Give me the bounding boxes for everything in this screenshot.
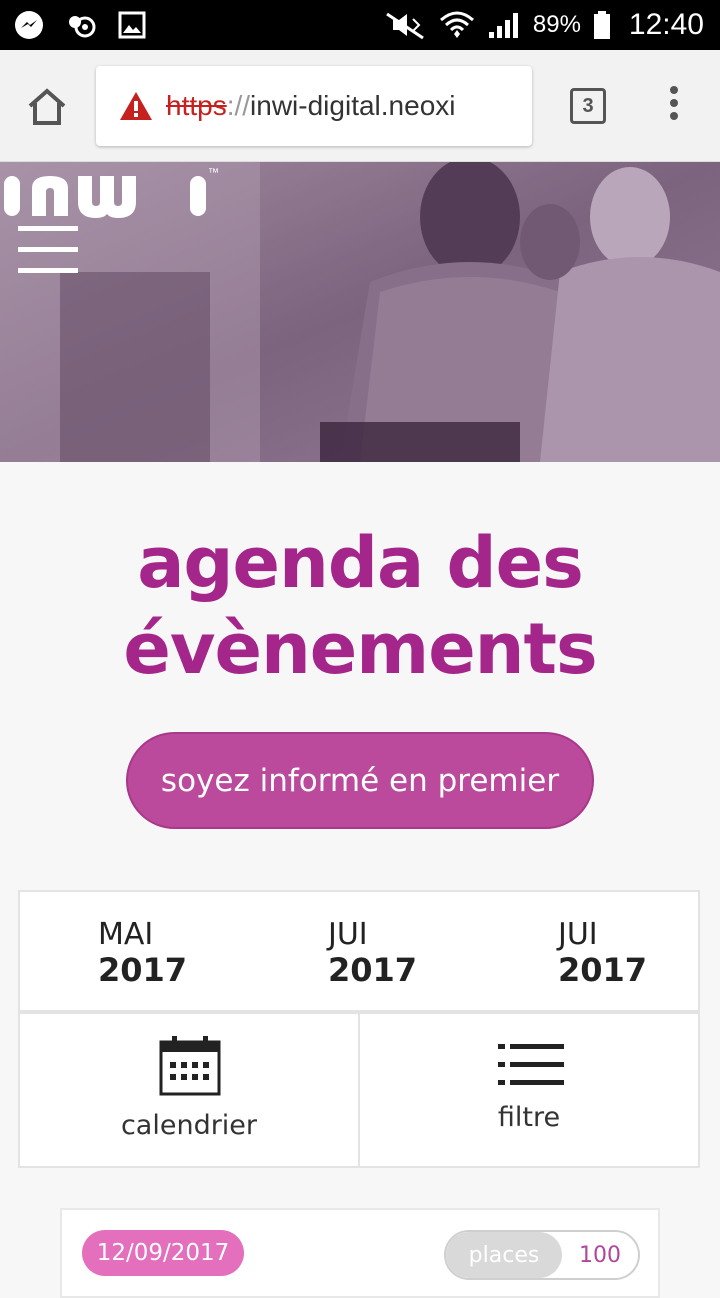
url-scheme: https bbox=[166, 90, 227, 121]
url-separator: :// bbox=[226, 90, 251, 121]
address-bar[interactable]: https://inwi-digital.neoxi bbox=[96, 66, 532, 146]
filter-button[interactable]: filtre bbox=[360, 1012, 700, 1168]
view-tools: calendrier filtre bbox=[18, 1012, 700, 1168]
clock: 12:40 bbox=[628, 8, 704, 41]
url-host: inwi-digital.neoxi bbox=[250, 90, 456, 121]
hero-banner: ™ bbox=[0, 162, 720, 462]
month-item[interactable]: JUI 2017 bbox=[328, 920, 417, 990]
wifi-icon bbox=[439, 11, 474, 38]
messenger-icon bbox=[15, 11, 43, 39]
month-name: JUI bbox=[328, 917, 368, 952]
tab-switcher-button[interactable]: 3 bbox=[570, 88, 606, 124]
places-count: 100 bbox=[579, 1242, 621, 1268]
places-label: places bbox=[446, 1232, 562, 1278]
month-item[interactable]: MAI 2017 bbox=[98, 920, 187, 990]
status-bar: 89% 12:40 bbox=[0, 0, 720, 50]
page-title: agenda des évènements bbox=[0, 520, 720, 692]
subscribe-button[interactable]: soyez informé en premier bbox=[126, 732, 594, 829]
browser-toolbar: https://inwi-digital.neoxi 3 bbox=[0, 50, 720, 162]
month-item[interactable]: JUI 2017 bbox=[558, 920, 647, 990]
url-text: https://inwi-digital.neoxi bbox=[166, 90, 455, 122]
month-name: MAI bbox=[98, 917, 154, 952]
event-card[interactable]: 12/09/2017 places 100 bbox=[60, 1208, 660, 1298]
logo-trademark: ™ bbox=[208, 167, 219, 179]
battery-percent: 89% bbox=[532, 11, 581, 38]
filter-list-icon bbox=[498, 1044, 564, 1085]
filter-label: filtre bbox=[497, 1102, 561, 1133]
month-selector: MAI 2017 JUI 2017 JUI 2017 bbox=[18, 890, 700, 1012]
month-year: 2017 bbox=[328, 951, 418, 989]
page-title-line2: évènements bbox=[123, 608, 597, 690]
battery-icon bbox=[593, 11, 610, 39]
event-date-badge: 12/09/2017 bbox=[82, 1230, 244, 1276]
gallery-icon bbox=[118, 11, 146, 39]
calendar-icon bbox=[159, 1036, 221, 1096]
hamburger-menu-icon[interactable] bbox=[18, 226, 78, 274]
calendar-button[interactable]: calendrier bbox=[18, 1012, 360, 1168]
mute-icon bbox=[386, 12, 424, 40]
warning-icon bbox=[120, 92, 152, 120]
calendar-label: calendrier bbox=[120, 1110, 258, 1141]
chat-bubble-icon bbox=[69, 16, 96, 38]
home-icon[interactable] bbox=[26, 86, 68, 128]
inwi-logo: ™ bbox=[4, 167, 219, 218]
overflow-menu-icon[interactable] bbox=[664, 86, 684, 126]
places-badge: places 100 bbox=[444, 1230, 640, 1280]
month-year: 2017 bbox=[98, 951, 188, 989]
month-year: 2017 bbox=[558, 951, 648, 989]
signal-icon bbox=[488, 13, 518, 38]
month-name: JUI bbox=[558, 917, 598, 952]
page-title-line1: agenda des bbox=[137, 522, 584, 604]
